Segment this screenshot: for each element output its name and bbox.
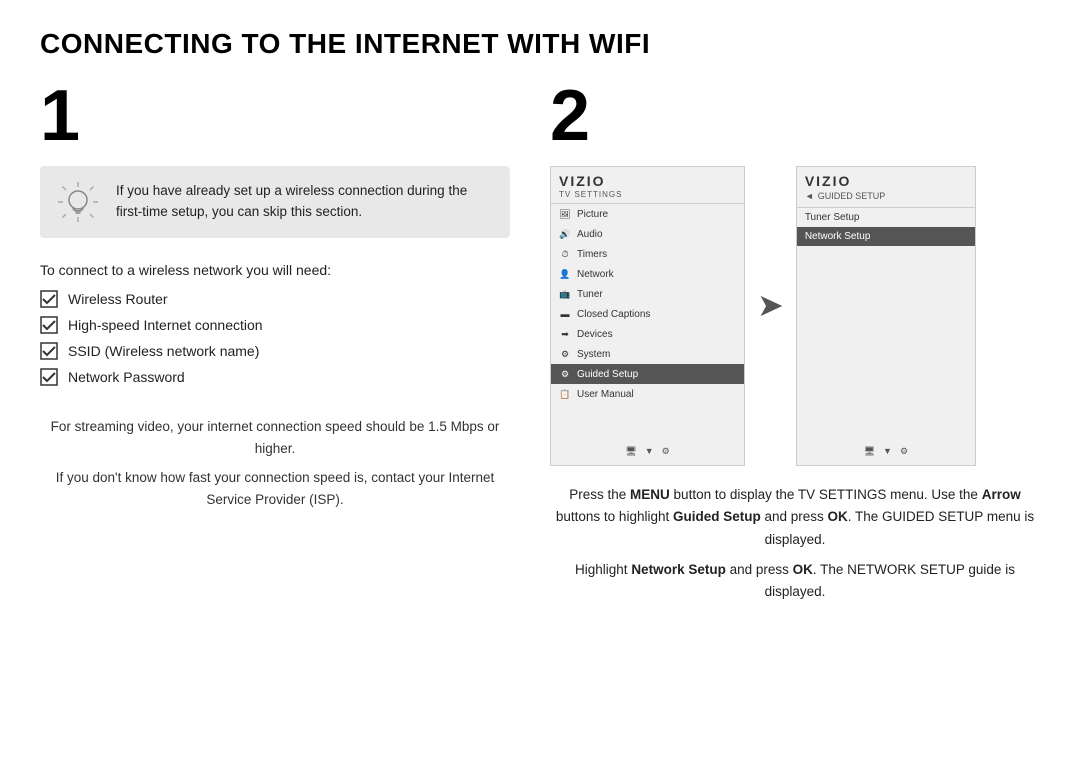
checklist-item-label: Wireless Router — [68, 291, 168, 307]
checklist: Wireless Router High-speed Internet conn… — [40, 290, 510, 386]
devices-icon: ➡ — [559, 328, 571, 340]
menu-item-guided-setup: ⚙ Guided Setup — [551, 364, 744, 384]
page: CONNECTING TO THE INTERNET WITH WIFI 1 — [0, 0, 1080, 631]
two-column-layout: 1 I — [40, 80, 1040, 611]
list-item: Network Password — [40, 368, 510, 386]
page-title: CONNECTING TO THE INTERNET WITH WIFI — [40, 28, 1040, 60]
audio-icon: 🔊 — [559, 228, 571, 240]
vizio-logo-1: VIZIO — [559, 173, 736, 189]
tv-screens-container: VIZIO TV SETTINGS 🖼 Picture 🔊 Audio ⏱ — [550, 166, 1040, 466]
screen2-footer: 🖥 ▼ ⚙ — [797, 446, 975, 457]
screen1-header: VIZIO TV SETTINGS — [551, 167, 744, 204]
menu-item-network: 👤 Network — [551, 264, 744, 284]
footer2-icon-gear: ⚙ — [900, 446, 908, 457]
tv-screen-1: VIZIO TV SETTINGS 🖼 Picture 🔊 Audio ⏱ — [550, 166, 745, 466]
checklist-item-label: Network Password — [68, 369, 185, 385]
menu-item-captions: ▬ Closed Captions — [551, 304, 744, 324]
connect-need-text: To connect to a wireless network you wil… — [40, 262, 510, 278]
info-box-text: If you have already set up a wireless co… — [116, 181, 494, 223]
step1-number: 1 — [40, 80, 510, 152]
guided-setup-label: GUIDED SETUP — [818, 191, 886, 201]
footer-icon-gear: ⚙ — [662, 446, 670, 457]
lightbulb-icon — [56, 180, 100, 224]
screen1-subtitle: TV SETTINGS — [559, 190, 736, 199]
timers-icon: ⏱ — [559, 248, 571, 260]
step2-column: 2 VIZIO TV SETTINGS 🖼 Picture 🔊 Au — [540, 80, 1040, 611]
streaming-info: For streaming video, your internet conne… — [40, 416, 510, 510]
network-icon: 👤 — [559, 268, 571, 280]
back-item: ◄ GUIDED SETUP — [805, 189, 967, 203]
checkbox-icon — [40, 316, 58, 334]
menu-item-devices: ➡ Devices — [551, 324, 744, 344]
menu-item-audio: 🔊 Audio — [551, 224, 744, 244]
menu-item-tuner-setup: Tuner Setup — [797, 208, 975, 227]
footer-icon-tv: 🖥 — [625, 446, 636, 457]
checklist-item-label: SSID (Wireless network name) — [68, 343, 259, 359]
checkbox-icon — [40, 368, 58, 386]
screen1-footer: 🖥 ▼ ⚙ — [551, 446, 744, 457]
footer2-icon-tv: 🖥 — [864, 446, 875, 457]
system-icon: ⚙ — [559, 348, 571, 360]
menu-item-system: ⚙ System — [551, 344, 744, 364]
step2-instructions: Press the MENU button to display the TV … — [550, 484, 1040, 603]
list-item: SSID (Wireless network name) — [40, 342, 510, 360]
checkbox-icon — [40, 342, 58, 360]
step1-column: 1 I — [40, 80, 540, 611]
list-item: Wireless Router — [40, 290, 510, 308]
menu-item-user-manual: 📋 User Manual — [551, 384, 744, 404]
screen2-header: VIZIO ◄ GUIDED SETUP — [797, 167, 975, 208]
arrow-container: ➤ — [745, 286, 796, 324]
captions-icon: ▬ — [559, 308, 571, 320]
instruction-2: Highlight Network Setup and press OK. Th… — [550, 559, 1040, 604]
footer-icon-down: ▼ — [645, 446, 654, 457]
tuner-icon: 📺 — [559, 288, 571, 300]
menu-item-tuner: 📺 Tuner — [551, 284, 744, 304]
picture-icon: 🖼 — [559, 208, 571, 220]
info-box: If you have already set up a wireless co… — [40, 166, 510, 238]
checkbox-icon — [40, 290, 58, 308]
streaming-speed-text: For streaming video, your internet conne… — [40, 416, 510, 459]
menu-item-timers: ⏱ Timers — [551, 244, 744, 264]
list-item: High-speed Internet connection — [40, 316, 510, 334]
tv-screen-2: VIZIO ◄ GUIDED SETUP Tuner Setup Network… — [796, 166, 976, 466]
user-manual-icon: 📋 — [559, 388, 571, 400]
menu-item-network-setup: Network Setup — [797, 227, 975, 246]
back-arrow-icon: ◄ — [805, 191, 814, 201]
instruction-1: Press the MENU button to display the TV … — [550, 484, 1040, 551]
vizio-logo-2: VIZIO — [805, 173, 967, 189]
streaming-isp-text: If you don't know how fast your connecti… — [40, 467, 510, 510]
checklist-item-label: High-speed Internet connection — [68, 317, 263, 333]
footer2-icon-down: ▼ — [883, 446, 892, 457]
menu-item-picture: 🖼 Picture — [551, 204, 744, 224]
step2-number: 2 — [550, 80, 1040, 152]
right-arrow-icon: ➤ — [757, 286, 784, 324]
guided-setup-icon: ⚙ — [559, 368, 571, 380]
